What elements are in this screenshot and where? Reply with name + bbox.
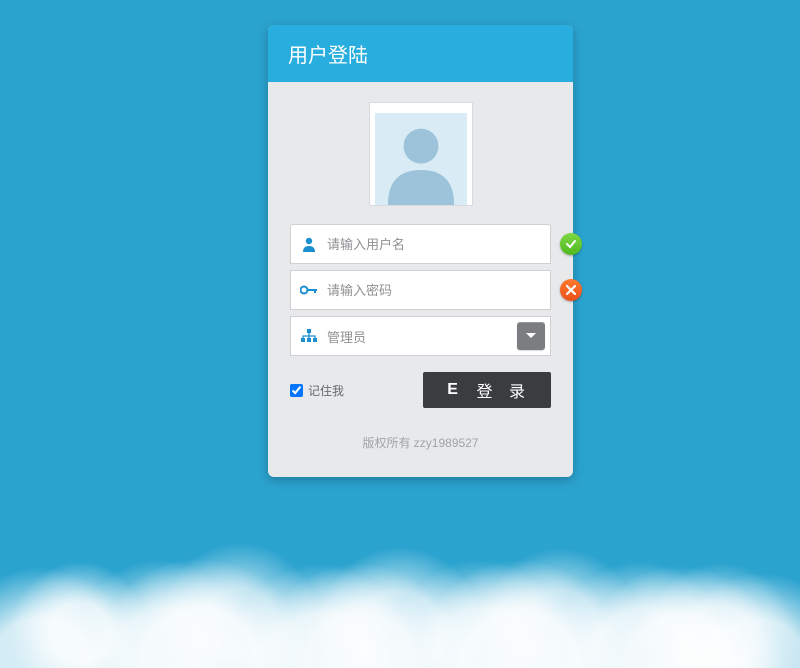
login-logo-icon: E	[443, 380, 463, 400]
role-selected-text: 管理员	[327, 327, 517, 346]
avatar-container	[268, 82, 573, 224]
password-input[interactable]	[327, 271, 550, 309]
role-select[interactable]: 管理员	[290, 316, 551, 356]
copyright-text: 版权所有 zzy1989527	[268, 408, 573, 477]
login-button-label: 登 录	[477, 378, 531, 402]
login-form: 管理员 记住我 E 登 录	[268, 224, 573, 408]
login-panel: 用户登陆	[268, 25, 573, 477]
username-field[interactable]	[290, 224, 551, 264]
error-icon	[560, 279, 582, 301]
org-icon	[291, 329, 327, 343]
remember-me[interactable]: 记住我	[290, 382, 344, 399]
remember-label: 记住我	[308, 382, 344, 399]
person-icon	[375, 113, 467, 205]
username-input[interactable]	[327, 225, 550, 263]
login-button[interactable]: E 登 录	[423, 372, 551, 408]
password-field[interactable]	[290, 270, 551, 310]
dropdown-button[interactable]	[517, 322, 545, 350]
remember-checkbox[interactable]	[290, 384, 303, 397]
action-row: 记住我 E 登 录	[290, 362, 551, 408]
clouds-decoration	[0, 488, 800, 668]
key-icon	[291, 285, 327, 295]
panel-title: 用户登陆	[268, 25, 573, 82]
check-icon	[560, 233, 582, 255]
avatar-placeholder	[369, 102, 473, 206]
chevron-down-icon	[525, 332, 537, 340]
user-icon	[291, 236, 327, 252]
